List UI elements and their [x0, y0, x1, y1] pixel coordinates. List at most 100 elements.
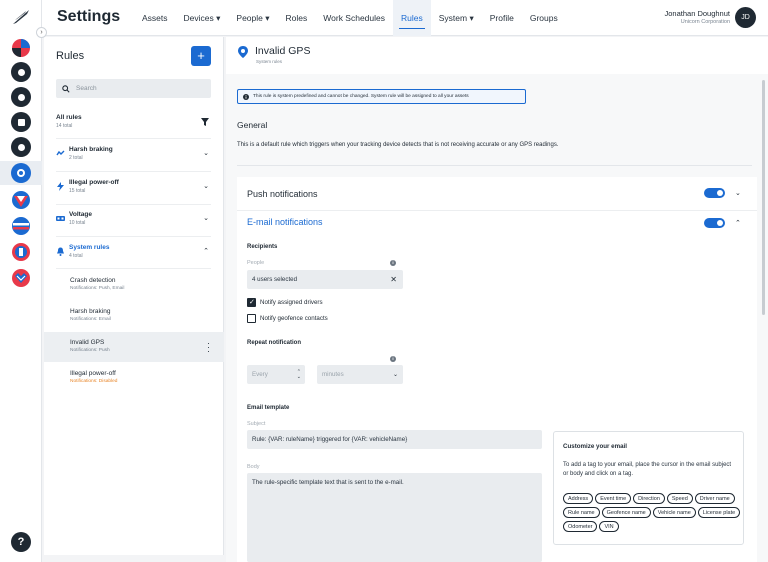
tag-direction[interactable]: Direction — [633, 493, 665, 504]
body-field[interactable]: The rule-specific template text that is … — [247, 473, 542, 562]
repeat-every-input[interactable]: Every ⌃ ⌄ — [247, 365, 305, 384]
brand-red-icon[interactable] — [11, 38, 31, 58]
chevron-up-icon[interactable]: ⌃ — [735, 219, 741, 227]
brand-badge-icon[interactable] — [11, 242, 31, 262]
nav-assets[interactable]: Assets — [134, 0, 176, 36]
rule-item-crash-detection[interactable]: Crash detection Notifications: Push, Ema… — [44, 270, 224, 300]
clear-icon[interactable]: ✕ — [390, 275, 397, 284]
repeat-unit-select[interactable]: minutes ⌄ — [317, 365, 403, 384]
customize-title: Customize your email — [563, 443, 627, 450]
app-logo-icon[interactable] — [11, 8, 31, 28]
rules-panel: Rules + Search All rules 14 total Harsh … — [44, 37, 224, 555]
chevron-down-icon: ▾ — [469, 13, 474, 23]
people-select[interactable]: 4 users selected ✕ — [247, 270, 403, 289]
chevron-up-icon: ⌃ — [203, 248, 209, 255]
search-input[interactable]: Search — [56, 79, 211, 98]
tag-vin[interactable]: VIN — [599, 521, 619, 532]
power-off-icon — [56, 182, 65, 191]
tag-event-time[interactable]: Event time — [595, 493, 632, 504]
nav-groups[interactable]: Groups — [522, 0, 566, 36]
rule-item-invalid-gps[interactable]: Invalid GPS Notifications: Push · · · — [44, 332, 224, 362]
chevron-down-icon: ⌄ — [203, 215, 209, 222]
brand-shield-icon[interactable] — [11, 190, 31, 210]
divider — [237, 210, 757, 211]
nav-system[interactable]: System ▾ — [431, 0, 482, 36]
more-options-icon[interactable]: · · · — [207, 339, 210, 356]
divider — [56, 138, 211, 139]
rule-subtitle: System rules — [256, 59, 283, 64]
stepper-icon[interactable]: ⌃ ⌄ — [297, 369, 301, 380]
push-notifications-toggle[interactable] — [704, 188, 725, 198]
info-icon[interactable]: i — [390, 260, 396, 266]
tag-speed[interactable]: Speed — [666, 493, 693, 504]
brand-heart-icon[interactable] — [11, 268, 31, 288]
all-rules-item[interactable]: All rules 14 total — [56, 114, 211, 129]
tag-vehicle-name[interactable]: Vehicle name — [652, 507, 696, 518]
user-name: Jonathan Doughnut — [664, 9, 730, 18]
brand-stripes-icon[interactable] — [11, 216, 31, 236]
nav-rules[interactable]: Rules — [393, 0, 431, 36]
top-nav: Assets Devices ▾ People ▾ Roles Work Sch… — [134, 0, 566, 36]
email-notifications-label: E-mail notifications — [247, 217, 323, 227]
section-general: General — [237, 120, 268, 130]
divider — [56, 268, 211, 269]
tools-icon[interactable] — [11, 137, 31, 157]
collapse-rail-button[interactable]: › — [36, 27, 47, 38]
notify-geofence-checkbox[interactable] — [247, 314, 256, 323]
subject-field[interactable]: Rule: {VAR: ruleName} triggered for {VAR… — [247, 430, 542, 449]
rule-title: Invalid GPS — [255, 45, 311, 57]
harsh-braking-icon — [56, 149, 65, 158]
divider — [237, 165, 752, 166]
help-icon[interactable]: ? — [11, 532, 31, 552]
email-template-label: Email template — [247, 405, 290, 411]
body-label: Body — [247, 464, 260, 470]
top-bar: Settings Assets Devices ▾ People ▾ Roles… — [42, 0, 768, 36]
tag-geofence-name[interactable]: Geofence name — [601, 507, 651, 518]
location-pin-icon — [238, 46, 248, 60]
divider — [56, 204, 211, 205]
add-rule-button[interactable]: + — [191, 46, 211, 66]
chevron-down-icon: ▾ — [216, 13, 221, 23]
avatar[interactable]: JD — [735, 7, 756, 28]
rule-detail: Invalid GPS System rules This rule is sy… — [226, 37, 768, 562]
rule-group-illegal-power-off[interactable]: Illegal power-off 15 total ⌄ — [56, 179, 211, 194]
left-rail: › ? — [0, 0, 47, 562]
tag-address[interactable]: Address — [563, 493, 594, 504]
notify-drivers-checkbox[interactable] — [247, 298, 256, 307]
nav-profile[interactable]: Profile — [482, 0, 522, 36]
tag-driver-name[interactable]: Driver name — [694, 493, 735, 504]
scrollbar[interactable] — [762, 80, 765, 315]
nav-devices[interactable]: Devices ▾ — [176, 0, 229, 36]
rule-item-illegal-power-off[interactable]: Illegal power-off Notifications: Disable… — [44, 363, 224, 393]
dashboard-icon[interactable] — [11, 62, 31, 82]
rule-group-voltage[interactable]: Voltage 10 total ⌄ — [56, 211, 211, 226]
nav-roles[interactable]: Roles — [278, 0, 316, 36]
divider — [56, 171, 211, 172]
chevron-down-icon[interactable]: ⌄ — [735, 189, 741, 197]
location-icon[interactable] — [11, 87, 31, 107]
rule-item-harsh-braking[interactable]: Harsh braking Notifications: Email — [44, 301, 224, 331]
subject-label: Subject — [247, 421, 266, 427]
divider — [56, 236, 211, 237]
email-notifications-toggle[interactable] — [704, 218, 725, 228]
filter-icon[interactable] — [201, 118, 209, 126]
customize-email-box: Customize your email To add a tag to you… — [553, 431, 744, 545]
people-label: People — [247, 260, 265, 266]
nav-work-schedules[interactable]: Work Schedules — [315, 0, 393, 36]
search-icon — [62, 84, 70, 93]
rule-group-harsh-braking[interactable]: Harsh braking 2 total ⌄ — [56, 146, 211, 161]
rules-heading: Rules — [56, 50, 85, 62]
info-icon[interactable]: i — [390, 356, 396, 362]
tag-rule-name[interactable]: Rule name — [563, 507, 600, 518]
tag-odometer[interactable]: Odometer — [563, 521, 598, 532]
repeat-notification-label: Repeat notification — [247, 340, 302, 346]
user-info[interactable]: Jonathan Doughnut Unicorn Corporation — [665, 9, 730, 25]
tag-list: Address Event time Direction Speed Drive… — [563, 493, 741, 532]
rule-group-system-rules[interactable]: System rules 4 total ⌃ — [56, 244, 211, 259]
nav-people[interactable]: People ▾ — [228, 0, 277, 36]
assets-icon[interactable] — [11, 112, 31, 132]
settings-icon[interactable] — [11, 163, 31, 183]
chevron-down-icon: ⌄ — [392, 372, 398, 378]
notify-drivers-label: Notify assigned drivers — [260, 299, 323, 306]
tag-license-plate[interactable]: License plate — [697, 507, 741, 518]
